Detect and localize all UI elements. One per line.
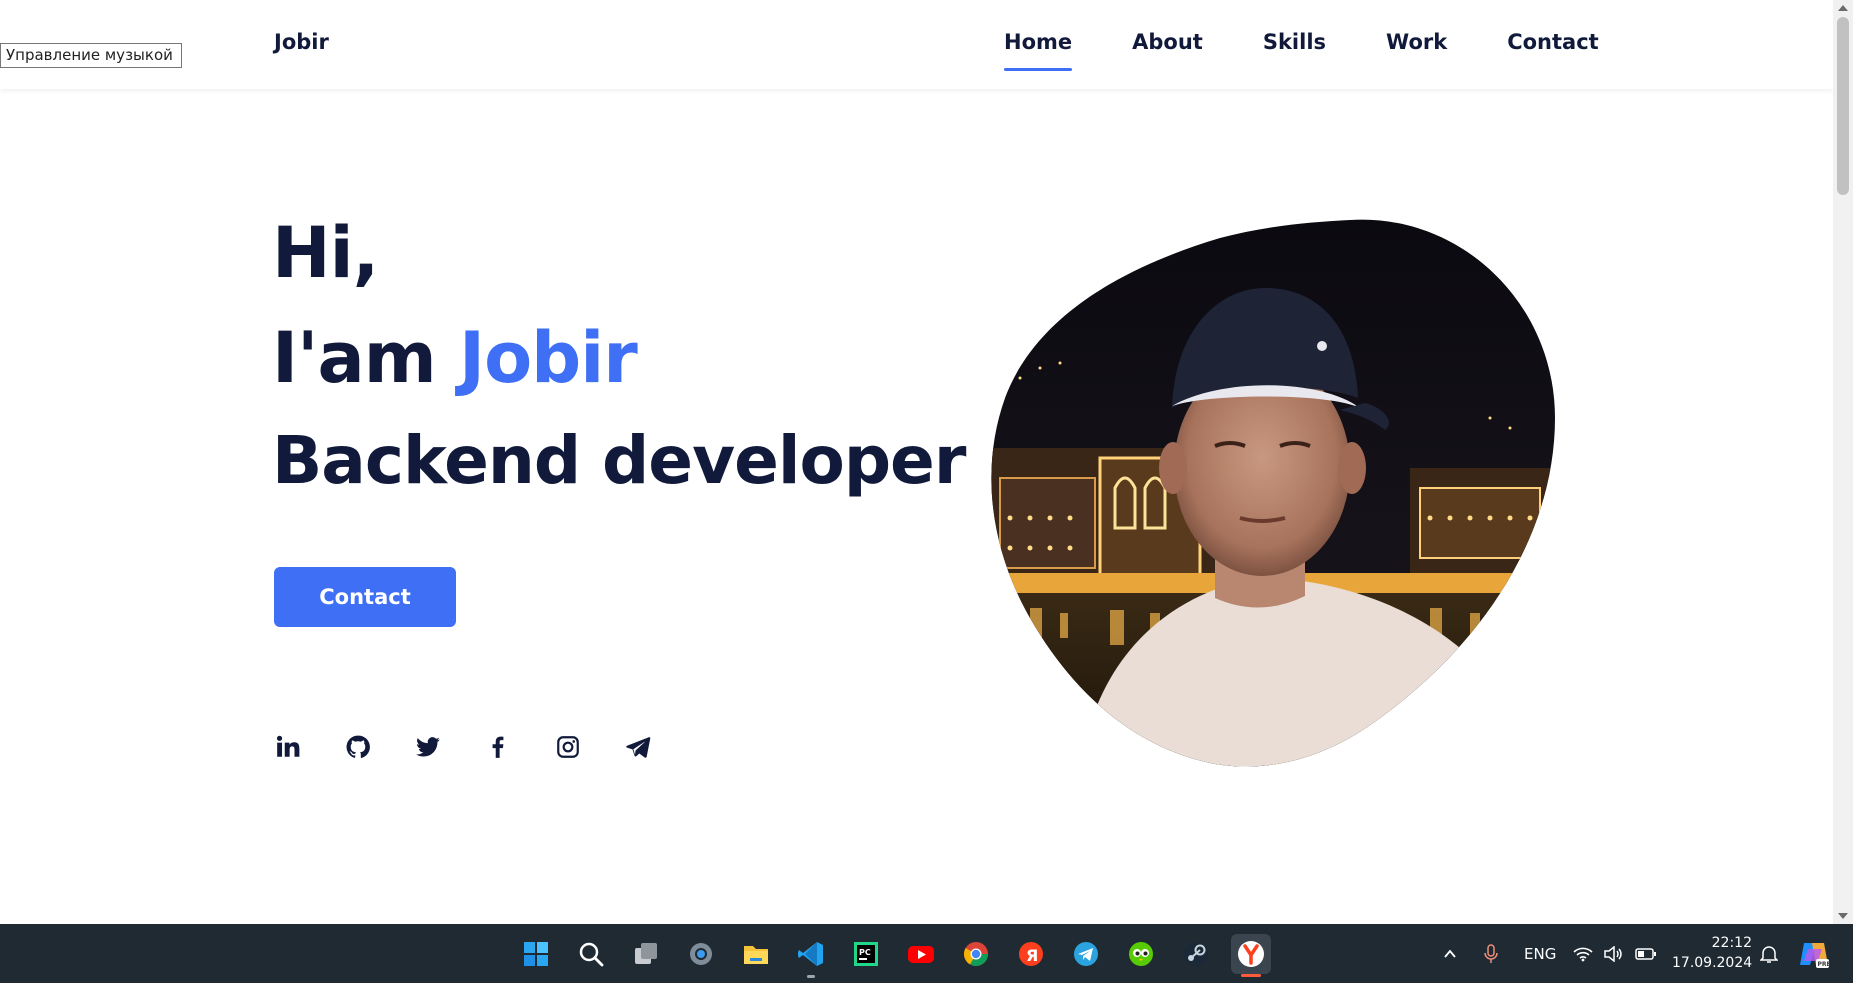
steam-icon[interactable] [1176,934,1216,974]
task-view-icon[interactable] [626,934,666,974]
settings-icon[interactable] [681,934,721,974]
search-icon[interactable] [571,934,611,974]
youtube-icon[interactable] [901,934,941,974]
site-header: Jobir Home About Skills Work Contact [0,0,1833,89]
clock-time: 22:12 [1711,935,1752,951]
notification-bell-icon[interactable] [1760,924,1778,983]
microphone-icon[interactable] [1483,924,1499,983]
windows-taskbar: PC Я ENG 22:12 17.09.2024 PRE [0,924,1853,983]
music-control-tooltip: Управление музыкой [0,43,182,68]
profile-photo [991,219,1555,767]
twitter-icon[interactable] [414,733,442,761]
nav-contact[interactable]: Contact [1507,30,1599,54]
telegram-app-icon[interactable] [1066,934,1106,974]
vscode-icon[interactable] [791,934,831,978]
nav-work[interactable]: Work [1386,30,1447,54]
file-explorer-icon[interactable] [736,934,776,974]
pycharm-icon[interactable]: PC [846,934,886,974]
hero-role: Backend developer [272,422,966,499]
tray-chevron-up-icon[interactable] [1442,924,1458,983]
chrome-icon[interactable] [956,934,996,974]
page-scrollbar[interactable] [1833,0,1853,924]
facebook-icon[interactable] [484,733,512,761]
contact-button[interactable]: Contact [274,567,456,627]
instagram-icon[interactable] [554,733,582,761]
telegram-icon[interactable] [624,733,652,761]
windows-start-icon[interactable] [516,934,556,974]
scroll-up-icon[interactable] [1838,5,1848,11]
linkedin-icon[interactable] [274,733,302,761]
nav-skills[interactable]: Skills [1263,30,1326,54]
volume-icon[interactable] [1603,924,1623,983]
main-nav: Home About Skills Work Contact [1004,30,1599,71]
hero-intro-prefix: I'am [272,317,460,399]
battery-icon[interactable] [1635,924,1657,983]
copilot-icon[interactable]: PRE [1798,924,1830,983]
social-links [274,733,694,761]
language-indicator[interactable]: ENG [1524,924,1556,983]
system-clock[interactable]: 22:12 17.09.2024 [1672,933,1752,973]
hero-greeting: Hi, [272,212,379,294]
nav-about[interactable]: About [1132,30,1203,54]
duolingo-icon[interactable] [1121,934,1161,974]
hero-name: Jobir [459,317,638,399]
hero-intro: I'am Jobir [272,317,638,399]
yandex-icon[interactable]: Я [1011,934,1051,974]
svg-text:Я: Я [1026,946,1038,965]
browser-viewport: Jobir Home About Skills Work Contact Упр… [0,0,1833,924]
scrollbar-thumb[interactable] [1837,17,1849,195]
nav-home[interactable]: Home [1004,30,1073,71]
scroll-down-icon[interactable] [1838,913,1848,919]
wifi-icon[interactable] [1573,924,1593,983]
yandex-browser-icon[interactable] [1231,934,1271,977]
github-icon[interactable] [344,733,372,761]
site-logo[interactable]: Jobir [274,30,329,54]
svg-text:PC: PC [859,948,871,957]
taskbar-apps: PC Я [516,934,1286,978]
clock-date: 17.09.2024 [1672,955,1753,971]
svg-text:PRE: PRE [1818,961,1831,968]
